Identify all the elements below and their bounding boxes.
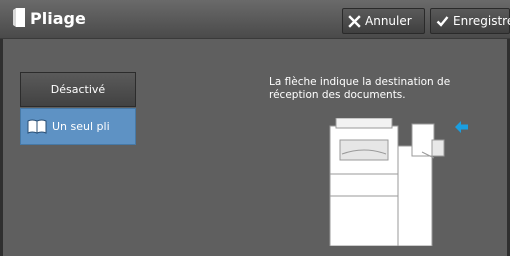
destination-arrow-icon	[455, 121, 468, 133]
cancel-label: Annuler	[365, 14, 412, 28]
info-text: La flèche indique la destination de réce…	[269, 76, 451, 101]
option-off-button[interactable]: Désactivé	[20, 72, 136, 107]
header-bar: Pliage Annuler Enregistrer	[0, 0, 510, 39]
option-off-label: Désactivé	[50, 83, 106, 96]
printer-machine-illustration	[329, 118, 468, 246]
option-single-fold-button[interactable]: Un seul pli	[20, 108, 136, 145]
document-fold-icon	[13, 8, 25, 27]
option-single-fold-label: Un seul pli	[52, 120, 110, 133]
cancel-button[interactable]: Annuler	[342, 8, 425, 34]
open-book-icon	[27, 119, 47, 134]
save-label: Enregistrer	[453, 14, 510, 28]
save-button[interactable]: Enregistrer	[430, 8, 510, 34]
page-title: Pliage	[30, 9, 86, 28]
close-icon	[348, 14, 361, 28]
checkmark-icon	[436, 15, 449, 27]
